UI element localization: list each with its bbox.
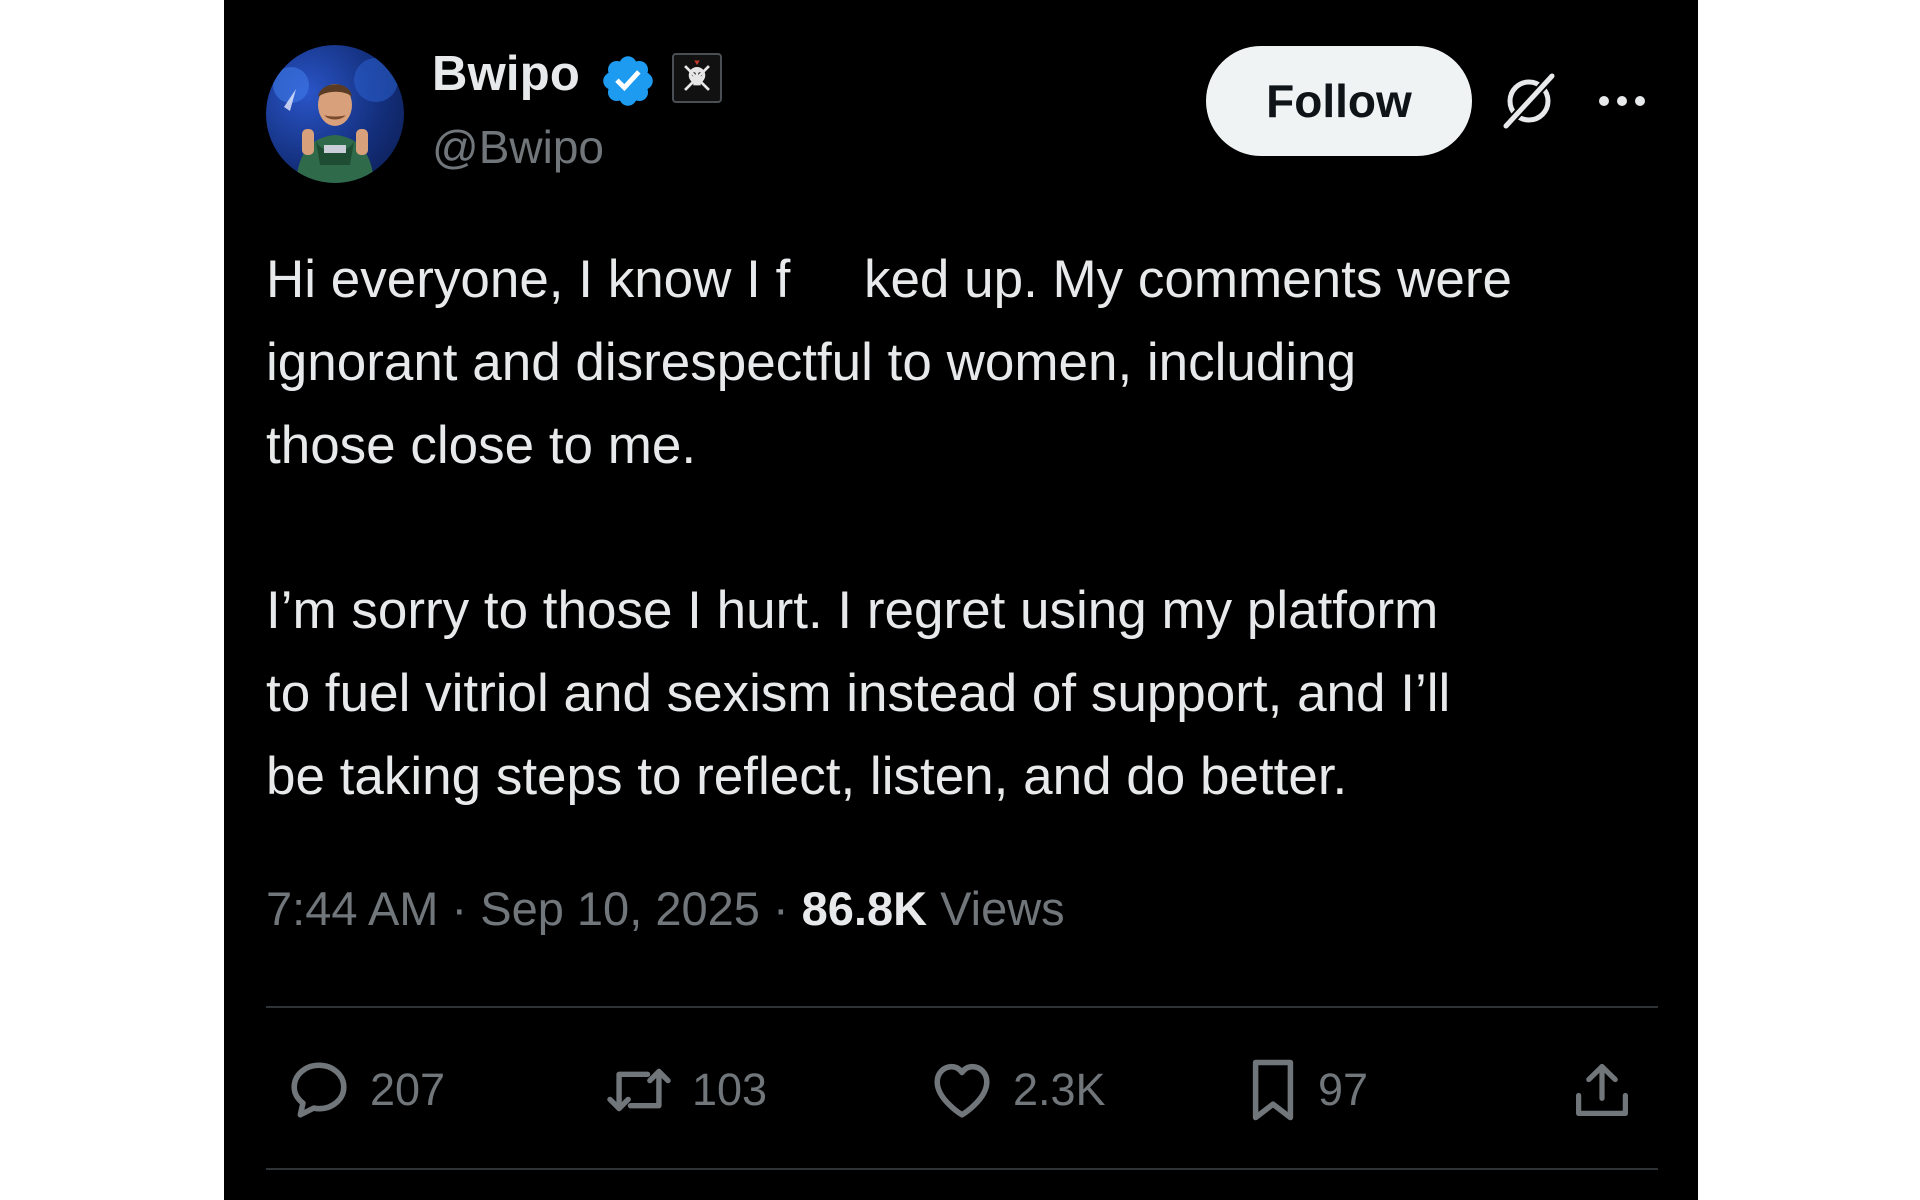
tweet-meta: 7:44 AM · Sep 10, 2025 · 86.8K Views: [266, 885, 1065, 932]
avatar-image: [273, 58, 398, 183]
repost-count: 103: [692, 1064, 768, 1115]
follow-button[interactable]: Follow: [1206, 46, 1472, 156]
tweet-date[interactable]: Sep 10, 2025: [480, 882, 760, 935]
handle[interactable]: @Bwipo: [432, 124, 604, 170]
tweet-text-paragraph-1: Hi everyone, I know I f ked up. My comme…: [266, 250, 1512, 475]
like-button[interactable]: 2.3K: [927, 1055, 1106, 1125]
bookmark-icon: [1252, 1059, 1294, 1121]
bookmark-count: 97: [1318, 1064, 1369, 1115]
like-count: 2.3K: [1013, 1064, 1106, 1115]
share-button[interactable]: [1569, 1055, 1635, 1125]
meta-separator: ·: [772, 882, 789, 935]
grok-icon[interactable]: [1498, 70, 1560, 132]
divider: [266, 1168, 1658, 1170]
meta-separator: ·: [451, 882, 468, 935]
avatar[interactable]: [266, 45, 404, 183]
page-canvas: Bwipo @Bwipo Follow Hi everyone, I know …: [0, 0, 1920, 1200]
tweet-text-paragraph-2: I’m sorry to those I hurt. I regret usin…: [266, 581, 1451, 806]
bookmark-button[interactable]: 97: [1244, 1055, 1368, 1125]
share-icon: [1576, 1064, 1628, 1116]
views-label: Views: [940, 882, 1065, 935]
tweet-card: Bwipo @Bwipo Follow Hi everyone, I know …: [224, 0, 1698, 1200]
reply-button[interactable]: 207: [284, 1055, 445, 1125]
tweet-time[interactable]: 7:44 AM: [266, 882, 438, 935]
more-icon[interactable]: [1596, 88, 1648, 114]
reply-count: 207: [370, 1064, 446, 1115]
verified-badge-icon[interactable]: [599, 52, 657, 110]
affiliate-badge-icon[interactable]: [672, 53, 722, 103]
display-name[interactable]: Bwipo: [432, 50, 580, 99]
reply-icon: [291, 1062, 347, 1118]
divider: [266, 1006, 1658, 1008]
repost-button[interactable]: 103: [602, 1055, 767, 1125]
repost-icon: [607, 1068, 671, 1112]
heart-icon: [934, 1063, 990, 1118]
views-count: 86.8K: [801, 882, 928, 935]
